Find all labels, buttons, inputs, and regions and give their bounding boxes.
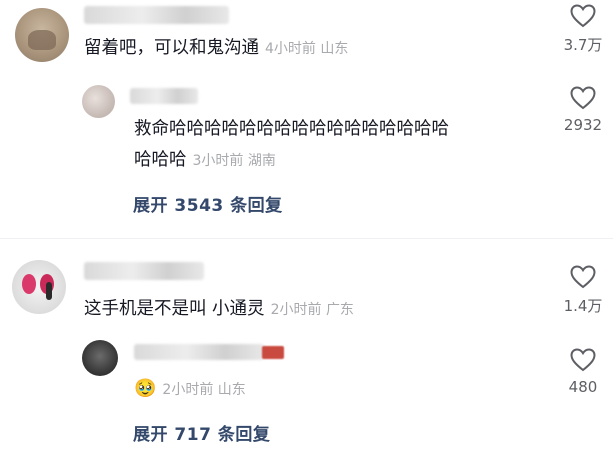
avatar[interactable] bbox=[15, 8, 69, 62]
reply-like-button[interactable]: 2932 bbox=[548, 86, 613, 134]
like-button[interactable]: 3.7万 bbox=[548, 4, 613, 55]
crying-face-emoji: 🥹 bbox=[134, 378, 157, 399]
heart-outline-icon bbox=[570, 265, 596, 289]
reply-avatar[interactable] bbox=[82, 340, 118, 376]
comment-body: 这手机是不是叫 小通灵 bbox=[84, 299, 265, 319]
reply-text: 救命哈哈哈哈哈哈哈哈哈哈哈哈哈哈哈哈 哈哈哈 3小时前 湖南 bbox=[134, 114, 544, 177]
heart-outline-icon bbox=[570, 86, 596, 110]
reply-line-2: 哈哈哈 bbox=[134, 150, 187, 170]
reply-username[interactable] bbox=[134, 344, 264, 360]
comment-location: 山东 bbox=[320, 41, 349, 57]
comment-text: 留着吧，可以和鬼沟通 4小时前 山东 bbox=[84, 33, 348, 65]
expand-replies-button[interactable]: 展开 3543 条回复 bbox=[133, 191, 283, 216]
expand-replies-button[interactable]: 展开 717 条回复 bbox=[133, 420, 270, 445]
comment-text: 这手机是不是叫 小通灵 2小时前 广东 bbox=[84, 294, 354, 326]
like-button[interactable]: 1.4万 bbox=[548, 265, 613, 316]
avatar[interactable] bbox=[12, 260, 66, 314]
reply-time: 2小时前 bbox=[162, 382, 214, 398]
divider bbox=[0, 238, 613, 239]
reply-like-count: 2932 bbox=[563, 116, 603, 134]
comment-time: 2小时前 bbox=[270, 302, 322, 318]
username[interactable] bbox=[84, 262, 204, 280]
reply-text: 🥹 2小时前 山东 bbox=[134, 373, 246, 406]
comment-body: 留着吧，可以和鬼沟通 bbox=[84, 38, 259, 58]
username[interactable] bbox=[84, 6, 229, 24]
reply-like-button[interactable]: 480 bbox=[548, 348, 613, 396]
reply-line-1: 救命哈哈哈哈哈哈哈哈哈哈哈哈哈哈哈哈 bbox=[134, 119, 449, 139]
reply-avatar[interactable] bbox=[82, 85, 115, 118]
like-count: 3.7万 bbox=[563, 36, 603, 54]
like-count: 1.4万 bbox=[563, 297, 603, 315]
reply-location: 山东 bbox=[217, 382, 246, 398]
reply-username[interactable] bbox=[130, 88, 198, 104]
comment-location: 广东 bbox=[325, 302, 354, 318]
reply-location: 湖南 bbox=[247, 153, 276, 169]
reply-username-badge bbox=[262, 346, 284, 359]
heart-outline-icon bbox=[570, 348, 596, 372]
reply-time: 3小时前 bbox=[192, 153, 244, 169]
heart-outline-icon bbox=[570, 4, 596, 28]
reply-like-count: 480 bbox=[568, 378, 598, 396]
comment-time: 4小时前 bbox=[265, 41, 316, 57]
